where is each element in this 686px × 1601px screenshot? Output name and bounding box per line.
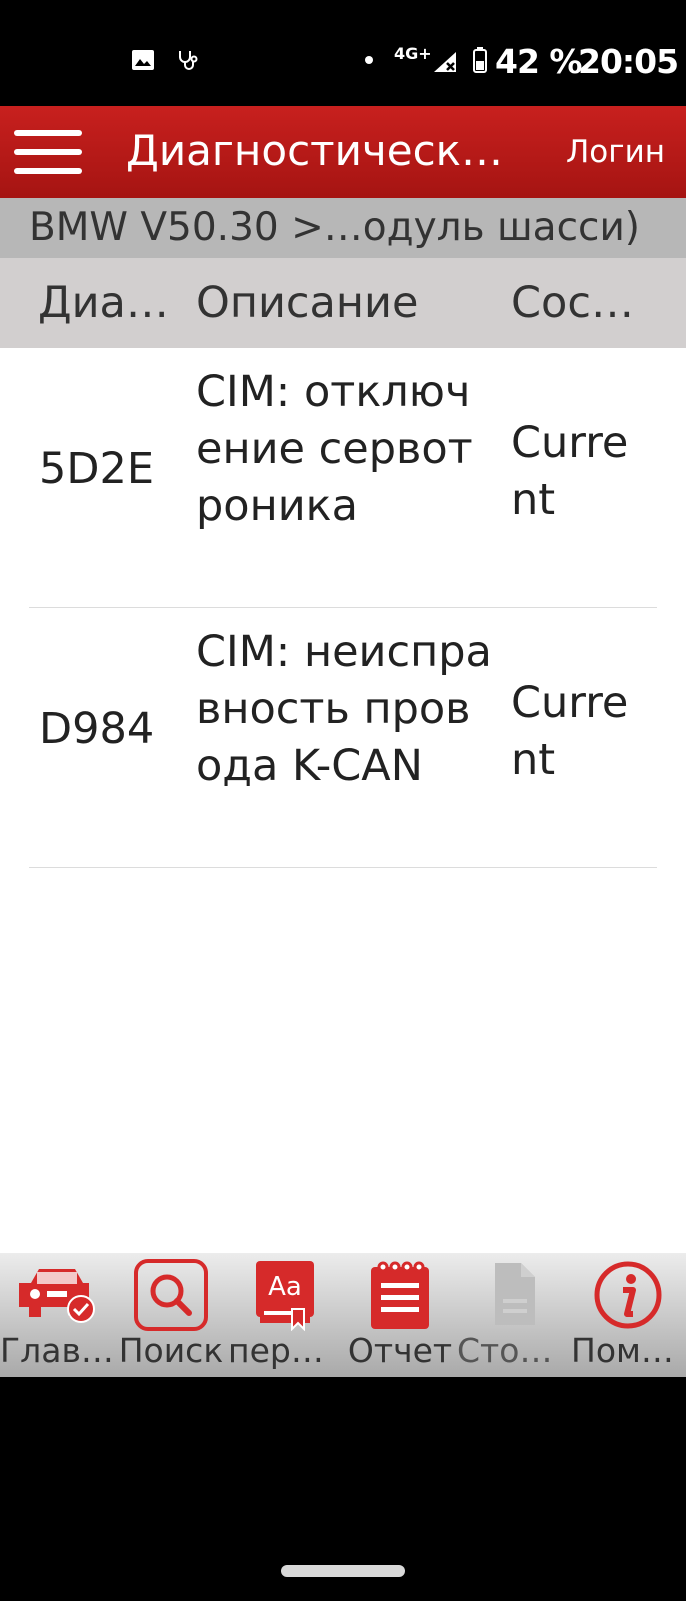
table-row[interactable]: D984 CIM: неисправность провода K-CAN Cu… <box>29 608 657 868</box>
tool-label: Отчет <box>347 1331 453 1370</box>
report-icon <box>371 1261 429 1329</box>
freeze-frame-button[interactable]: Стоп-… <box>457 1253 571 1377</box>
info-icon <box>594 1261 662 1329</box>
freeze-frame-icon <box>495 1263 535 1325</box>
bottom-toolbar: Глав… Поиск Aa пере… Отчет Стоп- Помо… <box>0 1253 686 1377</box>
tool-label: Помо… <box>571 1331 685 1370</box>
system-navigation-bar <box>0 1377 686 1601</box>
translate-icon: Aa <box>256 1261 314 1331</box>
column-header-code[interactable]: Диа… <box>38 278 169 328</box>
dtc-description: CIM: неисправность провода K-CAN <box>196 627 492 791</box>
dtc-description: CIM: отключение сервотроника <box>196 367 473 531</box>
search-icon <box>134 1259 208 1331</box>
column-header-status[interactable]: Сос… <box>511 278 634 328</box>
home-indicator[interactable] <box>281 1565 405 1577</box>
battery-percentage: 42 % <box>495 42 582 81</box>
page-title: Диагностический… <box>126 126 526 175</box>
battery-icon <box>473 47 487 73</box>
dtc-code: 5D2E <box>39 444 154 494</box>
tool-label: Поиск <box>118 1331 224 1370</box>
app-bar: Диагностический… Логин <box>0 106 686 198</box>
gallery-icon <box>132 50 154 70</box>
home-button[interactable]: Глав… <box>0 1253 114 1377</box>
table-header: Диа… Описание Сос… <box>0 258 686 348</box>
table-body: 5D2E CIM: отключение сервотроника Curren… <box>0 348 686 1253</box>
stethoscope-icon <box>179 51 198 70</box>
car-check-icon <box>19 1269 95 1323</box>
hamburger-menu-icon[interactable] <box>14 130 82 176</box>
signal-icon <box>434 52 456 72</box>
tool-label: Глав… <box>0 1331 114 1370</box>
network-type: 4G+ <box>394 44 432 63</box>
breadcrumb: BMW V50.30 >…одуль шасси) <box>0 198 686 258</box>
status-bar: 4G+ 42 % 20:05 <box>0 0 686 106</box>
help-button[interactable]: Помо… <box>571 1253 685 1377</box>
tool-label: пере… <box>228 1331 342 1370</box>
clock: 20:05 <box>578 42 679 81</box>
dot-icon <box>365 56 373 64</box>
translate-button[interactable]: Aa пере… <box>228 1253 342 1377</box>
tool-label: Стоп-… <box>457 1331 571 1370</box>
table-row[interactable]: 5D2E CIM: отключение сервотроника Curren… <box>29 348 657 608</box>
dtc-status: Current <box>511 678 629 785</box>
column-header-description[interactable]: Описание <box>196 278 418 328</box>
login-button[interactable]: Логин <box>566 134 665 170</box>
dtc-code: D984 <box>39 704 155 754</box>
svg-text:Aa: Aa <box>268 1272 302 1302</box>
search-button[interactable]: Поиск <box>114 1253 228 1377</box>
report-button[interactable]: Отчет <box>343 1253 457 1377</box>
dtc-status: Current <box>511 418 629 525</box>
